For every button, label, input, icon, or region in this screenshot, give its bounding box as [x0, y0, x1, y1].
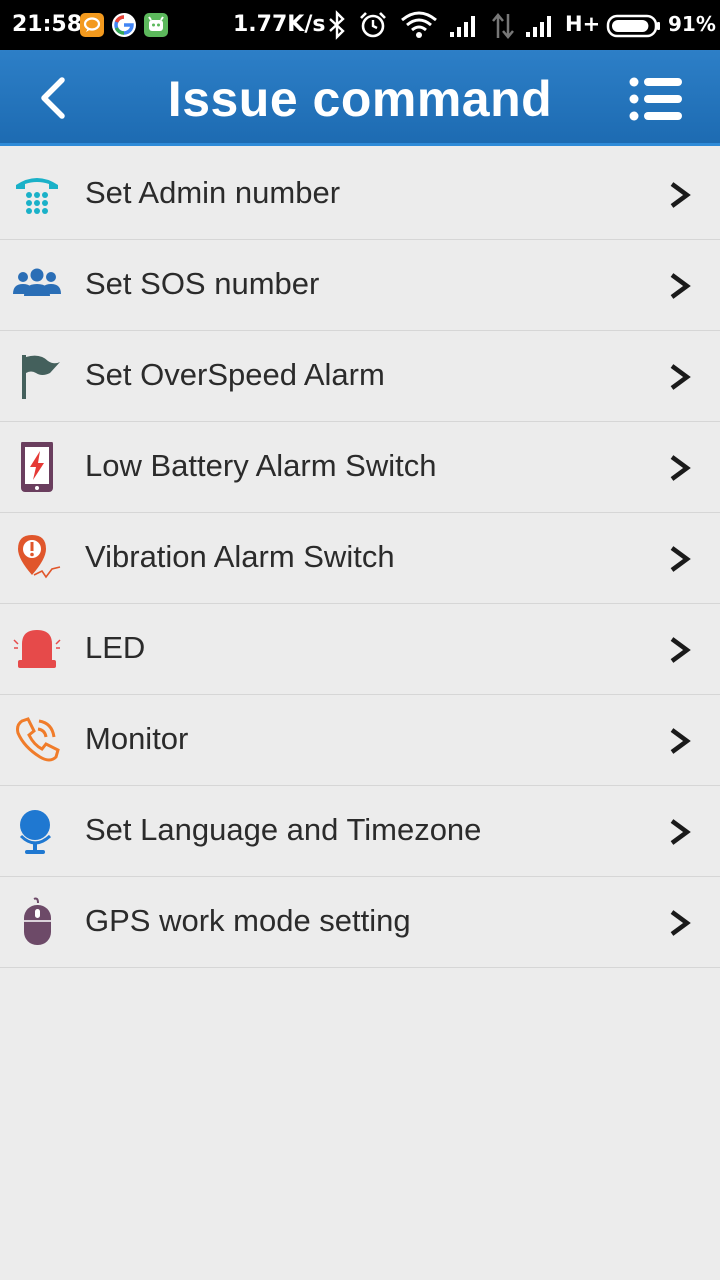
chevron-right-icon [670, 546, 691, 572]
command-list: Set Admin number Set SOS number Set Over… [0, 149, 720, 968]
list-item-label: Set OverSpeed Alarm [85, 357, 385, 392]
signal-icon [448, 14, 480, 42]
signal-icon-2 [524, 14, 556, 42]
list-item-led[interactable]: LED [0, 604, 720, 695]
chevron-right-icon [670, 455, 691, 481]
list-item-label: LED [85, 630, 146, 665]
list-item-set-language-and-timezone[interactable]: Set Language and Timezone [0, 786, 720, 877]
android-app-icon [144, 13, 168, 37]
net-speed: 1.77K/s [233, 12, 326, 37]
chevron-right-icon [670, 910, 691, 936]
status-bar: 21:58 1.77K/s H+ 91% [0, 0, 720, 50]
chat-app-icon [80, 13, 104, 37]
battery-percent: 91% [668, 12, 716, 36]
group-icon [12, 260, 62, 310]
chevron-right-icon [670, 364, 691, 390]
list-item-label: GPS work mode setting [85, 903, 411, 938]
list-item-label: Low Battery Alarm Switch [85, 448, 437, 483]
list-item-label: Set Language and Timezone [85, 812, 482, 847]
phone-call-icon [12, 715, 62, 765]
menu-button[interactable] [628, 76, 684, 122]
chevron-right-icon [670, 637, 691, 663]
google-icon [112, 13, 136, 37]
wifi-icon [400, 10, 438, 44]
page-title: Issue command [167, 71, 553, 127]
list-item-label: Monitor [85, 721, 189, 756]
list-item-set-sos-number[interactable]: Set SOS number [0, 240, 720, 331]
siren-icon [12, 624, 62, 674]
alarm-icon [358, 10, 388, 44]
network-type: H+ [565, 12, 601, 36]
list-item-label: Vibration Alarm Switch [85, 539, 395, 574]
status-time: 21:58 [12, 12, 83, 37]
list-item-label: Set Admin number [85, 175, 341, 210]
chevron-right-icon [670, 182, 691, 208]
list-item-vibration-alarm-switch[interactable]: Vibration Alarm Switch [0, 513, 720, 604]
data-arrows-icon [490, 12, 516, 44]
list-item-gps-work-mode-setting[interactable]: GPS work mode setting [0, 877, 720, 968]
chevron-right-icon [670, 819, 691, 845]
list-item-low-battery-alarm-switch[interactable]: Low Battery Alarm Switch [0, 422, 720, 513]
bluetooth-icon [326, 10, 348, 44]
battery-icon [606, 14, 662, 42]
location-alert-icon [12, 533, 62, 583]
phone-charge-icon [12, 440, 62, 492]
mouse-icon [12, 897, 62, 947]
list-item-label: Set SOS number [85, 266, 320, 301]
chevron-right-icon [670, 273, 691, 299]
app-header: Issue command [0, 50, 720, 146]
telephone-icon [12, 169, 62, 219]
globe-icon [12, 806, 62, 856]
list-icon [629, 77, 682, 121]
list-item-monitor[interactable]: Monitor [0, 695, 720, 786]
chevron-right-icon [670, 728, 691, 754]
flag-icon [12, 351, 62, 401]
list-item-set-admin-number[interactable]: Set Admin number [0, 149, 720, 240]
list-item-set-overspeed-alarm[interactable]: Set OverSpeed Alarm [0, 331, 720, 422]
